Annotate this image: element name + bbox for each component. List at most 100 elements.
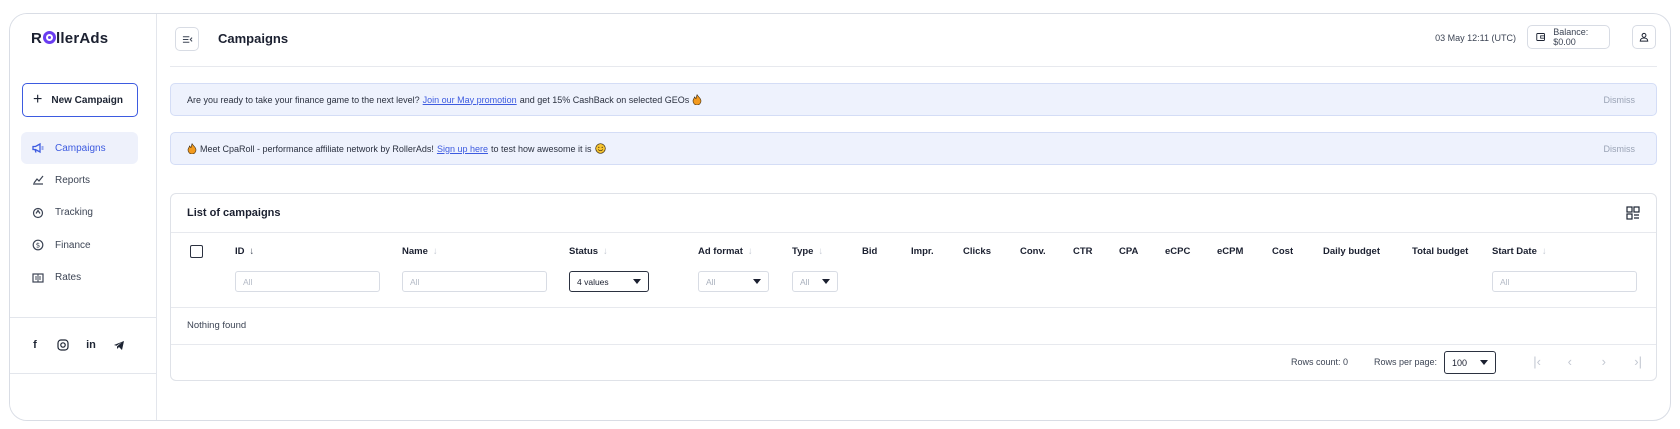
banner-text: and get 15% CashBack on selected GEOs (519, 94, 690, 105)
sidebar-divider (10, 373, 156, 374)
column-label: ID (235, 246, 245, 257)
dollar-circle-icon: $ (32, 239, 44, 251)
current-datetime: 03 May 12:11 (UTC) (1435, 33, 1516, 43)
rollerads-logo[interactable]: RllerAds (31, 30, 108, 47)
divider (171, 307, 1656, 308)
app-window: RllerAds + New Campaign Campaigns Report… (9, 13, 1671, 421)
caret-down-icon (1480, 360, 1488, 365)
last-page-icon[interactable]: ›| (1634, 354, 1642, 369)
sidebar-item-label: Reports (55, 174, 91, 186)
id-filter-input[interactable] (235, 271, 380, 292)
column-header-start-date[interactable]: Start Date ↓ (1492, 246, 1547, 257)
social-links: f in (28, 338, 126, 352)
chart-icon (32, 174, 44, 186)
sidebar-item-label: Rates (55, 272, 82, 284)
divider (171, 344, 1656, 345)
status-filter-select[interactable]: 4 values (569, 271, 649, 292)
sidebar: RllerAds + New Campaign Campaigns Report… (10, 14, 157, 420)
column-header-name[interactable]: Name ↓ (402, 246, 438, 257)
menu-collapse-icon (182, 35, 192, 43)
column-header-daily-budget[interactable]: Daily budget (1323, 246, 1380, 257)
column-header-bid[interactable]: Bid (862, 246, 877, 257)
promo-link[interactable]: Join our May promotion (423, 95, 517, 105)
column-header-id[interactable]: ID ↓ (235, 246, 254, 257)
sort-arrow-icon: ↓ (1541, 246, 1547, 257)
sidebar-item-label: Campaigns (55, 142, 106, 154)
column-label: Status (569, 246, 599, 257)
ad-format-filter-select[interactable]: All (698, 271, 769, 292)
page-title: Campaigns (218, 31, 289, 46)
next-page-icon[interactable]: › (1602, 354, 1606, 369)
column-header-total-budget[interactable]: Total budget (1412, 246, 1468, 257)
column-header-clicks[interactable]: Clicks (963, 246, 991, 257)
balance-button[interactable]: Balance: $0.00 (1527, 25, 1610, 49)
rates-icon (32, 272, 44, 284)
column-header-cost[interactable]: Cost (1272, 246, 1293, 257)
column-header-ctr[interactable]: CTR (1073, 246, 1093, 257)
sign-up-link[interactable]: Sign up here (437, 144, 488, 154)
column-header-cpa[interactable]: CPA (1119, 246, 1138, 257)
column-header-status[interactable]: Status ↓ (569, 246, 608, 257)
banner-text: to test how awesome it is (490, 143, 592, 154)
facebook-icon[interactable]: f (28, 338, 42, 352)
collapse-menu-button[interactable] (175, 27, 199, 51)
caret-down-icon (753, 279, 761, 284)
linkedin-icon[interactable]: in (84, 338, 98, 352)
logo-o-icon (42, 31, 56, 44)
dismiss-button[interactable]: Dismiss (1604, 95, 1636, 105)
ad-format-filter-value: All (706, 276, 716, 287)
sort-arrow-icon: ↓ (603, 246, 608, 257)
sidebar-item-rates[interactable]: Rates (21, 262, 138, 294)
status-filter-value: 4 values (577, 276, 609, 287)
column-header-conv[interactable]: Conv. (1020, 246, 1046, 257)
column-settings-icon[interactable] (1626, 206, 1640, 220)
first-page-icon[interactable]: |‹ (1533, 354, 1541, 369)
campaigns-table-panel: List of campaigns ID ↓ Name ↓ Status ↓ Ad f… (170, 193, 1657, 381)
sort-arrow-icon: ↓ (432, 246, 438, 257)
sort-arrow-icon: ↓ (249, 246, 255, 257)
column-header-ecpc[interactable]: eCPC (1165, 246, 1190, 257)
sidebar-item-tracking[interactable]: Tracking (21, 197, 138, 229)
balance-label: Balance: $0.00 (1553, 27, 1589, 47)
rows-per-page-label: Rows per page: (1373, 357, 1437, 367)
type-filter-select[interactable]: All (792, 271, 838, 292)
empty-state-text: Nothing found (187, 320, 247, 331)
column-label: Type (792, 246, 814, 257)
sidebar-item-finance[interactable]: $ Finance (21, 229, 138, 261)
new-campaign-label: New Campaign (51, 94, 124, 106)
column-header-ad-format[interactable]: Ad format ↓ (698, 246, 753, 257)
column-label: Start Date (1492, 246, 1537, 257)
tracking-icon (32, 207, 44, 219)
rows-count: Rows count: 0 (1290, 357, 1348, 367)
telegram-icon[interactable] (112, 338, 126, 352)
megaphone-icon (32, 142, 44, 154)
logo-text-right: llerAds (56, 30, 109, 47)
name-filter-input[interactable] (402, 271, 547, 292)
column-header-type[interactable]: Type ↓ (792, 246, 823, 257)
column-header-ecpm[interactable]: eCPM (1217, 246, 1243, 257)
table-title: List of campaigns (187, 207, 281, 219)
caret-down-icon (822, 279, 830, 284)
prev-page-icon[interactable]: ‹ (1568, 354, 1572, 369)
svg-text:$: $ (36, 242, 40, 250)
sidebar-item-label: Tracking (55, 207, 93, 219)
select-all-checkbox[interactable] (190, 245, 203, 258)
sort-arrow-icon: ↓ (818, 246, 824, 257)
rows-per-page-value: 100 (1452, 357, 1468, 368)
fire-icon (187, 143, 197, 154)
rows-per-page-select[interactable]: 100 (1444, 351, 1496, 374)
wallet-icon (1536, 33, 1545, 41)
start-date-filter-input[interactable] (1492, 271, 1637, 292)
new-campaign-button[interactable]: + New Campaign (22, 83, 138, 117)
caret-down-icon (633, 279, 641, 284)
sidebar-divider (10, 317, 156, 318)
fire-icon (692, 94, 702, 105)
main-content: Campaigns 03 May 12:11 (UTC) Balance: $0… (157, 14, 1670, 420)
sidebar-item-campaigns[interactable]: Campaigns (21, 132, 138, 164)
user-menu-button[interactable] (1632, 25, 1656, 49)
column-header-impr[interactable]: Impr. (911, 246, 934, 257)
instagram-icon[interactable] (56, 338, 70, 352)
dismiss-button[interactable]: Dismiss (1604, 144, 1636, 154)
type-filter-value: All (800, 276, 810, 287)
sidebar-item-reports[interactable]: Reports (21, 164, 138, 196)
